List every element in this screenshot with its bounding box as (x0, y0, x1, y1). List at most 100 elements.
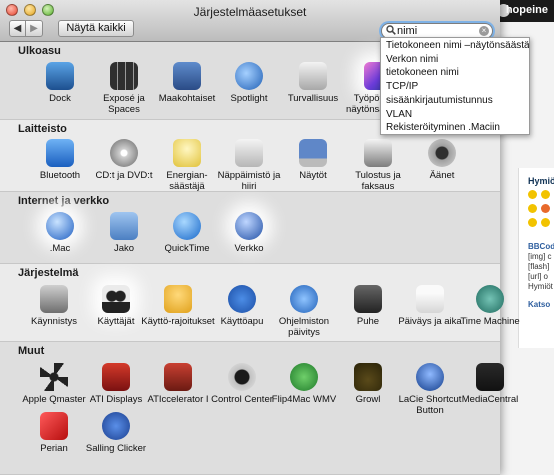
cd-dvd-icon (110, 139, 138, 167)
perian-icon (40, 412, 68, 440)
pref-pane-quicktime[interactable]: QuickTime (155, 212, 219, 272)
title-bar: Järjestelmäasetukset ◀ ▶ Näytä kaikki × (0, 0, 500, 42)
pref-pane-dotmac[interactable]: .Mac (28, 212, 92, 272)
spotlight-icon (235, 62, 263, 90)
pref-pane-dock[interactable]: Dock (28, 62, 92, 122)
katso-link[interactable]: Katso (528, 300, 550, 309)
aticcelerator-icon (164, 363, 192, 391)
security-house-icon (299, 62, 327, 90)
growl-icon (354, 363, 382, 391)
smiley-icon[interactable] (541, 218, 550, 227)
section-4: Muut Apple Qmaster ATI Displays ATIccelerat… (0, 342, 518, 475)
suggestion-item[interactable]: VLAN (381, 108, 529, 122)
pref-pane-salling-clicker[interactable]: Salling Clicker (84, 412, 148, 472)
pref-pane-aticcelerator[interactable]: ATIccelerator I (146, 363, 210, 423)
pref-pane-time-machine[interactable]: Time Machine (458, 285, 522, 345)
suggestion-item[interactable]: tietokoneen nimi (381, 66, 529, 80)
pref-pane-mediacentral[interactable]: MediaCentral (458, 363, 522, 423)
suggestion-item[interactable]: sisäänkirjautumistunnus (381, 94, 529, 108)
salling-clicker-icon (102, 412, 130, 440)
pref-pane-sharing[interactable]: Jako (92, 212, 156, 272)
parental-controls-icon (164, 285, 192, 313)
suggestion-item[interactable]: Tietokoneen nimi –näytönsäästäjä (381, 39, 529, 53)
pref-pane-label: Verkko (234, 243, 264, 254)
pref-pane-sound[interactable]: Äänet (410, 139, 474, 199)
section-title: Laitteisto (18, 123, 67, 135)
pref-pane-accounts[interactable]: Käyttäjät (84, 285, 148, 345)
section-2: Internet ja verkko .Mac Jako QuickTime Verkk… (0, 192, 500, 264)
pref-pane-software-update[interactable]: Ohjelmiston päivitys (272, 285, 336, 345)
pref-pane-label: MediaCentral (461, 394, 519, 405)
logitech-control-center-icon (228, 363, 256, 391)
pref-pane-international[interactable]: Maakohtaiset (155, 62, 219, 122)
show-all-button[interactable]: Näytä kaikki (58, 20, 134, 37)
section-title: Muut (18, 345, 45, 357)
pref-pane-label: Äänet (429, 170, 455, 181)
pref-pane-growl[interactable]: Growl (336, 363, 400, 423)
network-icon (235, 212, 263, 240)
clear-search-icon[interactable]: × (479, 26, 489, 36)
suggestion-item[interactable]: Verkon nimi (381, 53, 529, 67)
pref-pane-label: Salling Clicker (85, 443, 147, 454)
pref-pane-expose-spaces[interactable]: Exposé ja Spaces (92, 62, 156, 122)
flip4mac-icon (290, 363, 318, 391)
energy-saver-icon (173, 139, 201, 167)
pref-pane-keyboard-mouse[interactable]: Näppäimistö ja hiiri (217, 139, 281, 199)
pref-pane-universal-access[interactable]: Käyttöapu (210, 285, 274, 345)
search-input[interactable] (397, 24, 475, 38)
bbcode-line: [img] c (528, 252, 552, 261)
back-button[interactable]: ◀ (9, 20, 26, 37)
bbcode-line: Hymiöt (528, 282, 553, 291)
smiley-icon[interactable] (528, 204, 537, 213)
bbcode-link[interactable]: BBCod (528, 242, 554, 251)
pref-pane-security-house[interactable]: Turvallisuus (281, 62, 345, 122)
time-machine-icon (476, 285, 504, 313)
expose-spaces-icon (110, 62, 138, 90)
pref-pane-label: Time Machine (460, 316, 520, 327)
section-3: Järjestelmä Käynnistys Käyttäjät Käyttö-raj… (0, 264, 520, 345)
bbcode-line: [flash] (528, 262, 550, 271)
pref-pane-perian[interactable]: Perian (22, 412, 86, 472)
displays-icon (299, 139, 327, 167)
software-update-icon (290, 285, 318, 313)
pref-pane-print-fax[interactable]: Tulostus ja faksaus (346, 139, 410, 199)
background-username[interactable]: hopeine (506, 4, 548, 16)
pref-pane-lacie[interactable]: LaCie Shortcut Button (398, 363, 462, 423)
ati-displays-icon (102, 363, 130, 391)
pref-pane-startup-disk[interactable]: Käynnistys (22, 285, 86, 345)
smiley-icon[interactable] (528, 190, 537, 199)
suggestion-item[interactable]: TCP/IP (381, 80, 529, 94)
smiley-icon[interactable] (541, 190, 550, 199)
accounts-icon (102, 285, 130, 313)
smilies-title: Hymiö (528, 176, 554, 186)
print-fax-icon (364, 139, 392, 167)
section-title: Järjestelmä (18, 267, 79, 279)
smiley-icon[interactable] (528, 218, 537, 227)
lacie-icon (416, 363, 444, 391)
smiley-icon[interactable] (541, 204, 550, 213)
keyboard-mouse-icon (235, 139, 263, 167)
pref-pane-spotlight[interactable]: Spotlight (217, 62, 281, 122)
suggestion-item[interactable]: Rekisteröityminen .Maciin (381, 121, 529, 135)
pref-pane-network[interactable]: Verkko (217, 212, 281, 272)
qmaster-icon (40, 363, 68, 391)
sound-icon (428, 139, 456, 167)
pref-pane-cd-dvd[interactable]: CD:t ja DVD:t (92, 139, 156, 199)
mediacentral-icon (476, 363, 504, 391)
international-icon (173, 62, 201, 90)
pref-pane-displays[interactable]: Näytöt (281, 139, 345, 199)
pref-pane-date-time[interactable]: Päiväys ja aika (398, 285, 462, 345)
pref-pane-speech[interactable]: Puhe (336, 285, 400, 345)
pref-pane-parental-controls[interactable]: Käyttö-rajoitukset (141, 285, 215, 345)
dotmac-icon (46, 212, 74, 240)
dock-icon (46, 62, 74, 90)
forward-button[interactable]: ▶ (26, 20, 43, 37)
pref-pane-energy-saver[interactable]: Energian-säästäjä (155, 139, 219, 199)
pref-pane-flip4mac[interactable]: Flip4Mac WMV (272, 363, 336, 423)
speech-icon (354, 285, 382, 313)
pref-pane-bluetooth[interactable]: Bluetooth (28, 139, 92, 199)
date-time-icon (416, 285, 444, 313)
section-title: Internet ja verkko (18, 195, 110, 207)
universal-access-icon (228, 285, 256, 313)
pref-pane-logitech-control-center[interactable]: Control Center (210, 363, 274, 423)
